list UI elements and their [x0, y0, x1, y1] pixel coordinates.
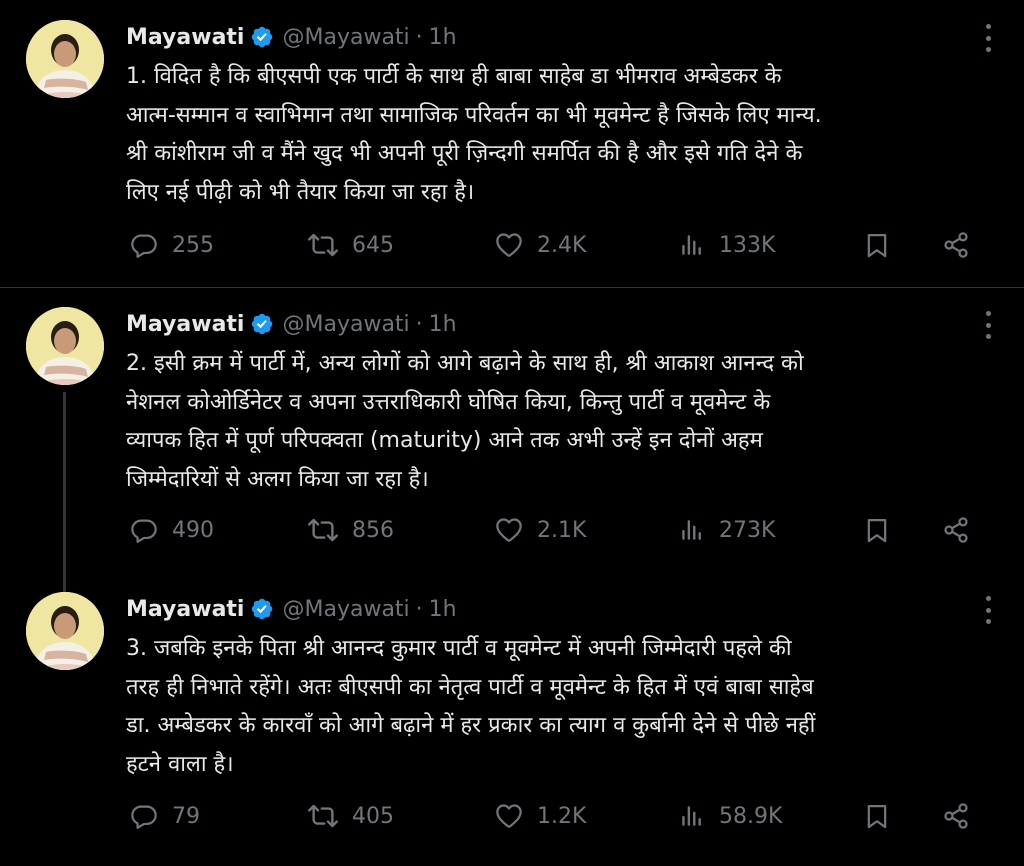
views-icon — [679, 803, 705, 829]
author-handle[interactable]: @Mayawati — [282, 25, 409, 50]
tweet-actions: 255 645 2.4K 133K — [126, 225, 1006, 265]
repost-icon — [308, 515, 338, 545]
tweet-actions: 490 856 2.1K 273K — [126, 510, 1006, 550]
bookmark-button[interactable] — [863, 225, 891, 265]
like-count: 1.2K — [537, 803, 587, 829]
more-options-icon[interactable] — [978, 311, 998, 339]
share-icon — [942, 516, 970, 544]
like-button[interactable]: 2.1K — [495, 510, 586, 550]
bookmark-icon — [863, 802, 891, 830]
views-count: 133K — [719, 232, 776, 258]
repost-button[interactable]: 405 — [308, 796, 394, 836]
tweet-1[interactable]: Mayawati @Mayawati · 1h 1. विदित है कि ब… — [0, 0, 1024, 286]
share-button[interactable] — [942, 510, 970, 550]
reply-count: 255 — [172, 232, 214, 258]
reply-count: 490 — [172, 517, 214, 543]
avatar[interactable] — [26, 592, 104, 670]
views-button[interactable]: 58.9K — [679, 796, 782, 836]
tweet-2[interactable]: Mayawati @Mayawati · 1h 2. इसी क्रम में … — [0, 287, 1024, 577]
bookmark-button[interactable] — [863, 510, 891, 550]
tweet-text-line: 3. जबकि इनके पिता श्री आनन्द कुमार पार्ट… — [126, 636, 792, 661]
tweet-header: Mayawati @Mayawati · 1h — [126, 22, 457, 52]
views-button[interactable]: 133K — [679, 225, 775, 265]
tweet-text-line: श्री कांशीराम जी व मैंने खुद भी अपनी पूर… — [126, 141, 803, 166]
tweet-text-line: डा. अम्बेडकर के कारवाँ को आगे बढ़ाने में… — [126, 713, 816, 738]
avatar[interactable] — [26, 20, 104, 98]
tweet-header: Mayawati @Mayawati · 1h — [126, 309, 457, 339]
views-count: 273K — [719, 517, 776, 543]
tweet-text-line: लिए नई पीढ़ी को भी तैयार किया जा रहा है। — [126, 179, 475, 205]
heart-icon — [495, 802, 523, 830]
timestamp[interactable]: 1h — [429, 25, 457, 50]
tweet-3[interactable]: Mayawati @Mayawati · 1h 3. जबकि इनके पित… — [0, 572, 1024, 866]
verified-badge-icon — [250, 312, 274, 336]
repost-button[interactable]: 645 — [308, 225, 394, 265]
author-name[interactable]: Mayawati — [126, 312, 244, 337]
avatar[interactable] — [26, 307, 104, 385]
share-button[interactable] — [942, 796, 970, 836]
heart-icon — [495, 231, 523, 259]
author-handle[interactable]: @Mayawati — [282, 312, 409, 337]
tweet-text-line: तरह ही निभाते रहेंगे। अतः बीएसपी का नेतृ… — [126, 674, 814, 700]
meta-separator: · — [415, 24, 423, 50]
bookmark-button[interactable] — [863, 796, 891, 836]
reply-button[interactable]: 79 — [130, 796, 200, 836]
tweet-text-line: आत्म-सम्मान व स्वाभिमान तथा सामाजिक परिव… — [126, 102, 822, 128]
repost-icon — [308, 801, 338, 831]
repost-count: 856 — [352, 517, 394, 543]
share-icon — [942, 231, 970, 259]
more-options-icon[interactable] — [978, 24, 998, 52]
repost-icon — [308, 230, 338, 260]
views-count: 58.9K — [719, 803, 783, 829]
more-options-icon[interactable] — [978, 596, 998, 624]
reply-button[interactable]: 490 — [130, 510, 214, 550]
reply-icon — [130, 516, 158, 544]
tweet-text-line: हटने वाला है। — [126, 751, 234, 777]
like-count: 2.1K — [537, 517, 587, 543]
tweet-text-line: व्यापक हित में पूर्ण परिपक्वता (maturity… — [126, 428, 763, 453]
meta-separator: · — [415, 596, 423, 622]
share-button[interactable] — [942, 225, 970, 265]
reply-count: 79 — [172, 803, 200, 829]
tweet-text-line: 2. इसी क्रम में पार्टी में, अन्य लोगों क… — [126, 351, 804, 376]
like-button[interactable]: 1.2K — [495, 796, 586, 836]
tweet-text: 1. विदित है कि बीएसपी एक पार्टी के साथ ह… — [126, 58, 1006, 212]
repost-button[interactable]: 856 — [308, 510, 394, 550]
meta-separator: · — [415, 311, 423, 337]
bookmark-icon — [863, 516, 891, 544]
tweet-text: 3. जबकि इनके पिता श्री आनन्द कुमार पार्ट… — [126, 630, 1006, 784]
views-button[interactable]: 273K — [679, 510, 775, 550]
reply-icon — [130, 231, 158, 259]
verified-badge-icon — [250, 25, 274, 49]
views-icon — [679, 232, 705, 258]
tweet-header: Mayawati @Mayawati · 1h — [126, 594, 457, 624]
tweet-text-line: 1. विदित है कि बीएसपी एक पार्टी के साथ ह… — [126, 64, 782, 89]
tweet-text-line: नेशनल कोओर्डिनेटर व अपना उत्तराधिकारी घो… — [126, 389, 771, 415]
tweet-text-line: जिम्मेदारियों से अलग किया जा रहा है। — [126, 466, 429, 492]
timestamp[interactable]: 1h — [429, 597, 457, 622]
reply-button[interactable]: 255 — [130, 225, 214, 265]
repost-count: 645 — [352, 232, 394, 258]
verified-badge-icon — [250, 597, 274, 621]
views-icon — [679, 517, 705, 543]
repost-count: 405 — [352, 803, 394, 829]
share-icon — [942, 802, 970, 830]
like-count: 2.4K — [537, 232, 587, 258]
reply-icon — [130, 802, 158, 830]
heart-icon — [495, 516, 523, 544]
author-name[interactable]: Mayawati — [126, 25, 244, 50]
tweet-actions: 79 405 1.2K 58.9K — [126, 796, 1006, 836]
author-name[interactable]: Mayawati — [126, 597, 244, 622]
tweet-text: 2. इसी क्रम में पार्टी में, अन्य लोगों क… — [126, 345, 1006, 499]
like-button[interactable]: 2.4K — [495, 225, 586, 265]
bookmark-icon — [863, 231, 891, 259]
author-handle[interactable]: @Mayawati — [282, 597, 409, 622]
timestamp[interactable]: 1h — [429, 312, 457, 337]
